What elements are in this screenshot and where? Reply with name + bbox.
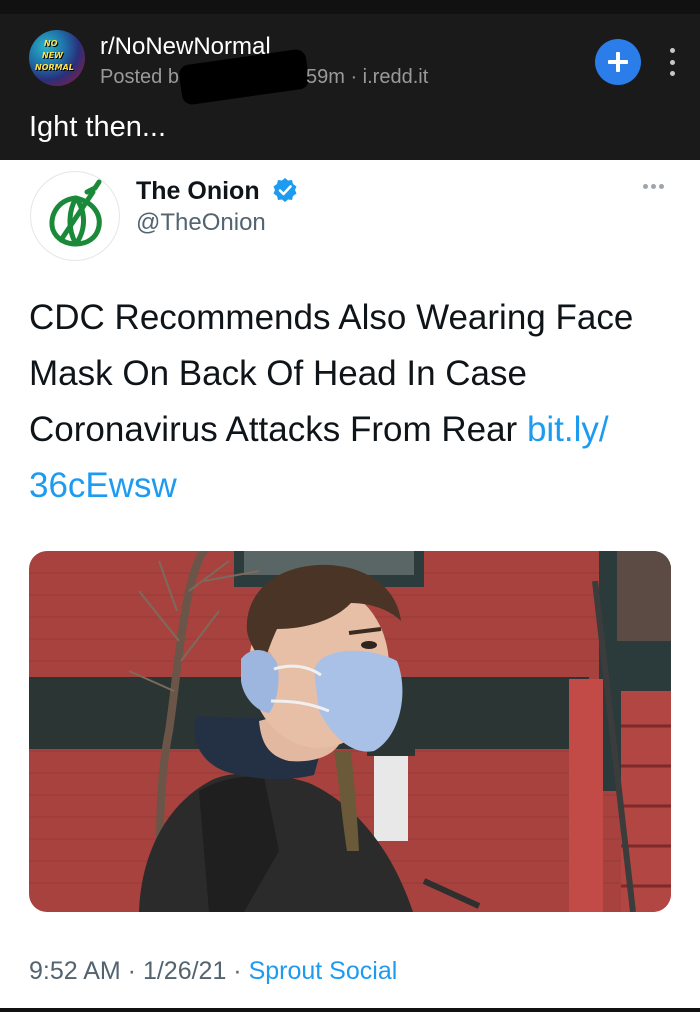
status-bar-strip — [0, 0, 700, 14]
tweet-screenshot[interactable]: The Onion @TheOnion CDC Recommends Also … — [0, 160, 700, 1008]
post-more-options-button[interactable] — [660, 42, 684, 82]
join-subreddit-button[interactable] — [595, 39, 641, 85]
avatar-text-new: NEW — [42, 51, 63, 60]
tweet-footer: 9:52 AM · 1/26/21 · Sprout Social — [29, 956, 397, 986]
verified-badge-icon — [273, 178, 297, 202]
subreddit-avatar[interactable]: NO NEW NORMAL — [29, 30, 85, 86]
vertical-ellipsis-icon — [669, 48, 675, 53]
plus-icon — [608, 52, 628, 72]
tweet-text: CDC Recommends Also Wearing Face Mask On… — [29, 290, 679, 514]
tweet-link-part1[interactable]: bit.ly/ — [527, 410, 609, 449]
post-age-and-domain: 59m · i.redd.it — [306, 66, 429, 88]
man-in-face-mask-photo — [29, 551, 671, 912]
avatar-text-no: NO — [44, 39, 58, 48]
reddit-post-header: NO NEW NORMAL r/NoNewNormal Posted b 59m… — [0, 14, 700, 160]
bottom-divider — [0, 1008, 700, 1012]
tweet-source-app[interactable]: Sprout Social — [249, 957, 398, 985]
avatar-text-normal: NORMAL — [35, 63, 74, 72]
tweet-link-part2[interactable]: 36cEwsw — [29, 466, 177, 505]
horizontal-ellipsis-icon — [643, 184, 648, 189]
tweet-timestamp[interactable]: 9:52 AM · 1/26/21 · — [29, 957, 249, 985]
onion-logo-avatar — [30, 171, 120, 261]
post-title[interactable]: Ight then... — [29, 110, 166, 144]
tweet-photo[interactable] — [29, 551, 671, 912]
tweet-more-options-button[interactable] — [643, 184, 664, 189]
onion-logo-icon — [49, 179, 102, 247]
posted-by-label: Posted b — [100, 66, 179, 88]
tweet-author-name[interactable]: The Onion — [136, 176, 260, 206]
tweet-author-handle[interactable]: @TheOnion — [136, 208, 266, 238]
